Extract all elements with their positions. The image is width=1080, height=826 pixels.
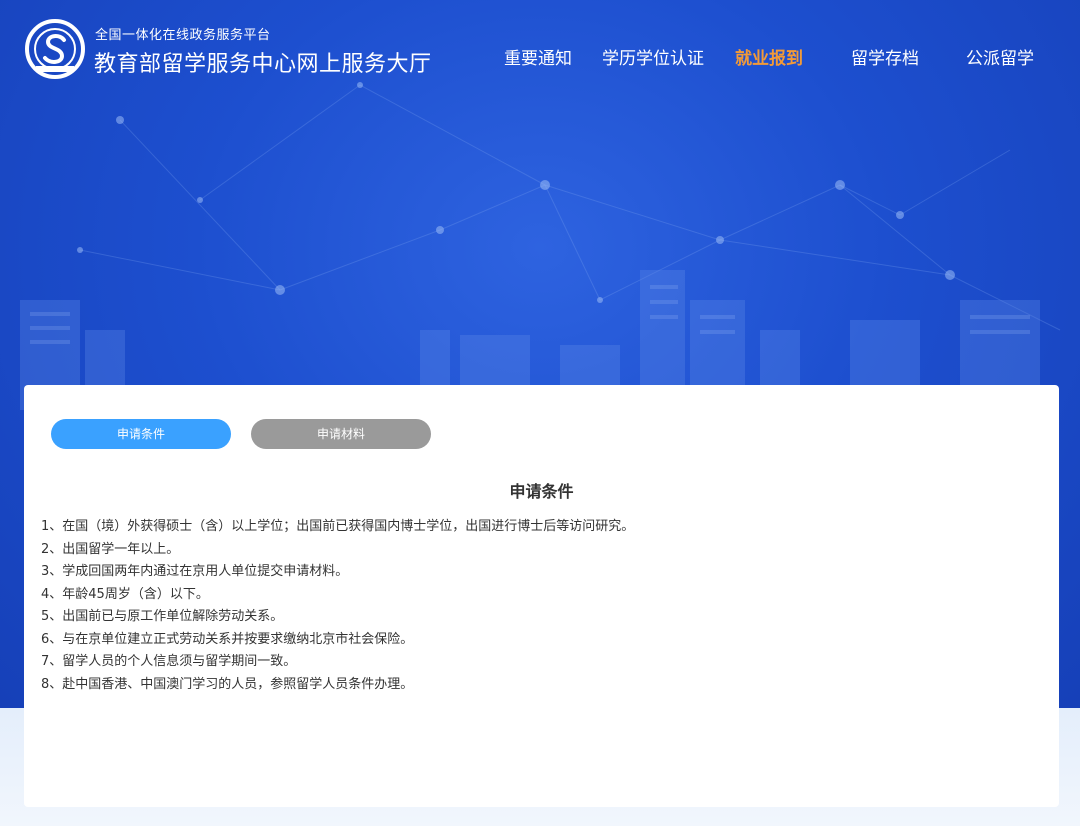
section-title: 申请条件 bbox=[509, 482, 574, 501]
list-item: 3、学成回国两年内通过在京用人单位提交申请材料。 bbox=[41, 564, 349, 579]
nav-item-employment-registration[interactable]: 就业报到 bbox=[735, 44, 803, 69]
nav-item-degree-certification[interactable]: 学历学位认证 bbox=[602, 44, 704, 69]
content-card: 申请条件 申请材料 申请条件 1、在国（境）外获得硕士（含）以上学位；出国前已获… bbox=[24, 385, 1059, 807]
list-item: 7、留学人员的个人信息须与留学期间一致。 bbox=[41, 654, 297, 669]
main-nav: 重要通知 学历学位认证 就业报到 留学存档 公派留学 bbox=[0, 44, 1080, 69]
nav-item-study-abroad-archive[interactable]: 留学存档 bbox=[851, 44, 919, 69]
tab-application-conditions[interactable]: 申请条件 bbox=[51, 419, 231, 449]
platform-subtitle: 全国一体化在线政务服务平台 bbox=[95, 28, 271, 43]
list-item: 4、年龄45周岁（含）以下。 bbox=[41, 586, 209, 602]
list-item: 5、出国前已与原工作单位解除劳动关系。 bbox=[41, 609, 284, 624]
requirements-list: 1、在国（境）外获得硕士（含）以上学位；出国前已获得国内博士学位，出国进行博士后… bbox=[41, 516, 634, 696]
nav-item-government-sponsored[interactable]: 公派留学 bbox=[966, 44, 1034, 69]
nav-item-notices[interactable]: 重要通知 bbox=[504, 44, 572, 69]
list-item: 2、出国留学一年以上。 bbox=[41, 541, 180, 557]
list-item: 1、在国（境）外获得硕士（含）以上学位；出国前已获得国内博士学位，出国进行博士后… bbox=[41, 519, 635, 534]
site-header: 全国一体化在线政务服务平台 教育部留学服务中心网上服务大厅 重要通知 学历学位认… bbox=[0, 0, 1080, 100]
list-item: 8、赴中国香港、中国澳门学习的人员，参照留学人员条件办理。 bbox=[41, 676, 414, 692]
tab-application-materials[interactable]: 申请材料 bbox=[251, 419, 431, 449]
list-item: 6、与在京单位建立正式劳动关系并按要求缴纳北京市社会保险。 bbox=[41, 631, 414, 647]
